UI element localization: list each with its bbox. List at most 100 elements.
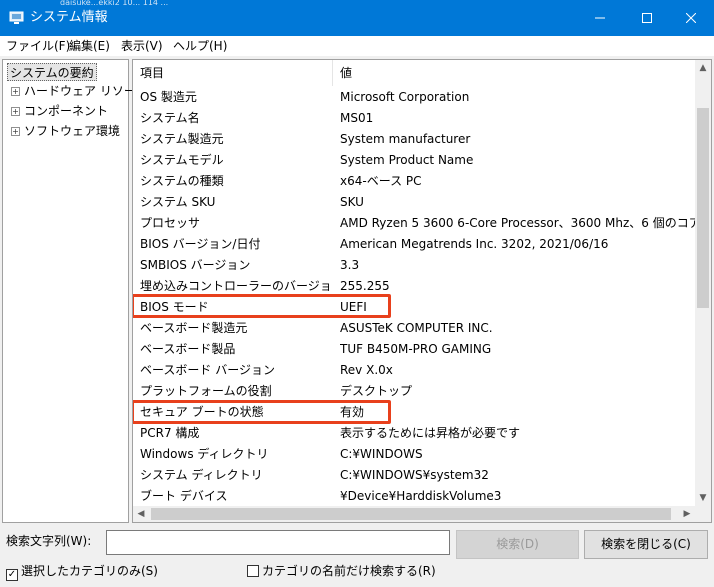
item-cell: システム製造元 bbox=[140, 132, 224, 146]
table-row[interactable]: OS 製造元 Microsoft Corporation bbox=[133, 87, 695, 108]
close-button[interactable] bbox=[668, 0, 714, 36]
scroll-left-icon[interactable]: ◀ bbox=[133, 506, 149, 522]
item-cell: システム ディレクトリ bbox=[140, 468, 263, 482]
table-row[interactable]: プラットフォームの役割 デスクトップ bbox=[133, 381, 695, 402]
value-cell: 3.3 bbox=[340, 258, 360, 272]
expand-icon[interactable]: + bbox=[11, 87, 20, 96]
value-cell: System manufacturer bbox=[340, 132, 471, 146]
menu-view[interactable]: 表示(V) bbox=[121, 38, 163, 54]
value-cell: Microsoft Corporation bbox=[340, 90, 470, 104]
item-cell: プロセッサ bbox=[140, 216, 201, 230]
table-row[interactable]: ベースボード バージョン Rev X.0x bbox=[133, 360, 695, 381]
item-cell: ブート デバイス bbox=[140, 489, 228, 503]
value-cell: American Megatrends Inc. 3202, 2021/06/1… bbox=[340, 237, 609, 251]
search-label: 検索文字列(W): bbox=[6, 534, 92, 548]
value-cell: TUF B450M-PRO GAMING bbox=[340, 342, 492, 356]
checkbox-label: カテゴリの名前だけ検索する(R) bbox=[262, 564, 436, 578]
checkbox-label: 選択したカテゴリのみ(S) bbox=[21, 564, 158, 578]
horizontal-scrollbar[interactable]: ◀ ▶ bbox=[133, 506, 695, 522]
item-cell: SMBIOS バージョン bbox=[140, 258, 251, 272]
tree-item-label: ハードウェア リソース bbox=[24, 84, 148, 98]
item-cell: BIOS バージョン/日付 bbox=[140, 237, 261, 251]
item-cell: プラットフォームの役割 bbox=[140, 384, 272, 398]
background-window-text: daisuke...ekki2 10... 114 ... bbox=[60, 0, 169, 6]
menu-bar: ファイル(F) 編集(E) 表示(V) ヘルプ(H) bbox=[0, 36, 714, 56]
category-names-only-checkbox[interactable]: カテゴリの名前だけ検索する(R) bbox=[247, 563, 436, 579]
table-row[interactable]: SMBIOS バージョン 3.3 bbox=[133, 255, 695, 276]
close-search-button[interactable]: 検索を閉じる(C) bbox=[584, 530, 708, 559]
highlight-bios-mode bbox=[133, 294, 391, 318]
table-row[interactable]: システムモデル System Product Name bbox=[133, 150, 695, 171]
tree-item-label: コンポーネント bbox=[24, 104, 109, 118]
scroll-down-icon[interactable]: ▼ bbox=[695, 490, 711, 506]
scrollbar-corner bbox=[695, 506, 711, 522]
maximize-icon bbox=[642, 13, 652, 23]
item-cell: OS 製造元 bbox=[140, 90, 197, 104]
value-cell: MS01 bbox=[340, 111, 374, 125]
table-row[interactable]: Windows ディレクトリ C:¥WINDOWS bbox=[133, 444, 695, 465]
scroll-right-icon[interactable]: ▶ bbox=[679, 506, 695, 522]
table-row[interactable]: BIOS バージョン/日付 American Megatrends Inc. 32… bbox=[133, 234, 695, 255]
item-cell: ベースボード製品 bbox=[140, 342, 236, 356]
minimize-icon bbox=[595, 17, 605, 19]
value-cell: ASUSTeK COMPUTER INC. bbox=[340, 321, 493, 335]
table-row[interactable]: ベースボード製品 TUF B450M-PRO GAMING bbox=[133, 339, 695, 360]
search-input[interactable] bbox=[106, 530, 450, 555]
table-row[interactable]: プロセッサ AMD Ryzen 5 3600 6-Core Processor、3… bbox=[133, 213, 695, 234]
vertical-scrollbar[interactable]: ▲ ▼ bbox=[695, 60, 711, 506]
details-list[interactable]: 項目 値 OS 製造元 Microsoft Corporation システム名 MS0… bbox=[132, 59, 712, 523]
expand-icon[interactable]: + bbox=[11, 107, 20, 116]
close-icon bbox=[686, 13, 696, 23]
menu-edit[interactable]: 編集(E) bbox=[69, 38, 110, 54]
table-row[interactable]: システムの種類 x64-ベース PC bbox=[133, 171, 695, 192]
value-cell: 255.255 bbox=[340, 279, 390, 293]
column-header-item[interactable]: 項目 bbox=[133, 60, 333, 86]
column-header-value[interactable]: 値 bbox=[333, 60, 693, 86]
table-row[interactable]: ブート デバイス ¥Device¥HarddiskVolume3 bbox=[133, 486, 695, 507]
value-cell: UEFI bbox=[340, 300, 367, 314]
table-row[interactable]: システム SKU SKU bbox=[133, 192, 695, 213]
value-cell: x64-ベース PC bbox=[340, 174, 422, 188]
tree-item-label: ソフトウェア環境 bbox=[24, 124, 121, 138]
selected-category-only-checkbox[interactable]: ✓ 選択したカテゴリのみ(S) bbox=[6, 563, 158, 581]
item-cell: ベースボード製造元 bbox=[140, 321, 248, 335]
item-cell: システムの種類 bbox=[140, 174, 224, 188]
highlight-secure-boot bbox=[133, 400, 391, 424]
checkbox-box[interactable]: ✓ bbox=[6, 569, 18, 581]
checkbox-box[interactable] bbox=[247, 565, 259, 577]
table-row[interactable]: システム ディレクトリ C:¥WINDOWS¥system32 bbox=[133, 465, 695, 486]
table-row[interactable]: システム製造元 System manufacturer bbox=[133, 129, 695, 150]
expand-icon[interactable]: + bbox=[11, 127, 20, 136]
window-title: システム情報 bbox=[30, 10, 108, 25]
value-cell: ¥Device¥HarddiskVolume3 bbox=[340, 489, 502, 503]
item-cell: PCR7 構成 bbox=[140, 426, 200, 440]
value-cell: Rev X.0x bbox=[340, 363, 393, 377]
minimize-button[interactable] bbox=[577, 0, 623, 36]
value-cell: AMD Ryzen 5 3600 6-Core Processor、3600 M… bbox=[340, 216, 695, 230]
value-cell: SKU bbox=[340, 195, 364, 209]
value-cell: C:¥WINDOWS¥system32 bbox=[340, 468, 489, 482]
system-info-icon bbox=[9, 11, 24, 24]
search-button[interactable]: 検索(D) bbox=[456, 530, 579, 559]
horizontal-scroll-thumb[interactable] bbox=[151, 508, 671, 520]
title-bar: daisuke...ekki2 10... 114 ... システム情報 bbox=[0, 0, 714, 36]
table-row[interactable]: システム名 MS01 bbox=[133, 108, 695, 129]
scroll-up-icon[interactable]: ▲ bbox=[695, 60, 711, 76]
value-cell: C:¥WINDOWS bbox=[340, 447, 423, 461]
value-cell: 表示するためには昇格が必要です bbox=[340, 426, 521, 440]
tree-item-software-environment[interactable]: + ソフトウェア環境 bbox=[11, 122, 120, 140]
table-row[interactable]: PCR7 構成 表示するためには昇格が必要です bbox=[133, 423, 695, 444]
maximize-button[interactable] bbox=[624, 0, 670, 36]
menu-file[interactable]: ファイル(F) bbox=[6, 38, 70, 54]
tree-item-hardware-resources[interactable]: + ハードウェア リソース bbox=[11, 82, 147, 100]
item-cell: システム SKU bbox=[140, 195, 216, 209]
tree-item-components[interactable]: + コンポーネント bbox=[11, 102, 108, 120]
tree-item-system-summary[interactable]: システムの要約 bbox=[7, 63, 97, 81]
vertical-scroll-thumb[interactable] bbox=[697, 108, 709, 308]
item-cell: システムモデル bbox=[140, 153, 224, 167]
category-tree[interactable]: システムの要約 + ハードウェア リソース + コンポーネント + ソフトウェア環境 bbox=[2, 59, 147, 523]
table-row[interactable]: ベースボード製造元 ASUSTeK COMPUTER INC. bbox=[133, 318, 695, 339]
menu-help[interactable]: ヘルプ(H) bbox=[173, 38, 227, 54]
item-cell: Windows ディレクトリ bbox=[140, 447, 269, 461]
value-cell: 有効 bbox=[340, 405, 365, 419]
